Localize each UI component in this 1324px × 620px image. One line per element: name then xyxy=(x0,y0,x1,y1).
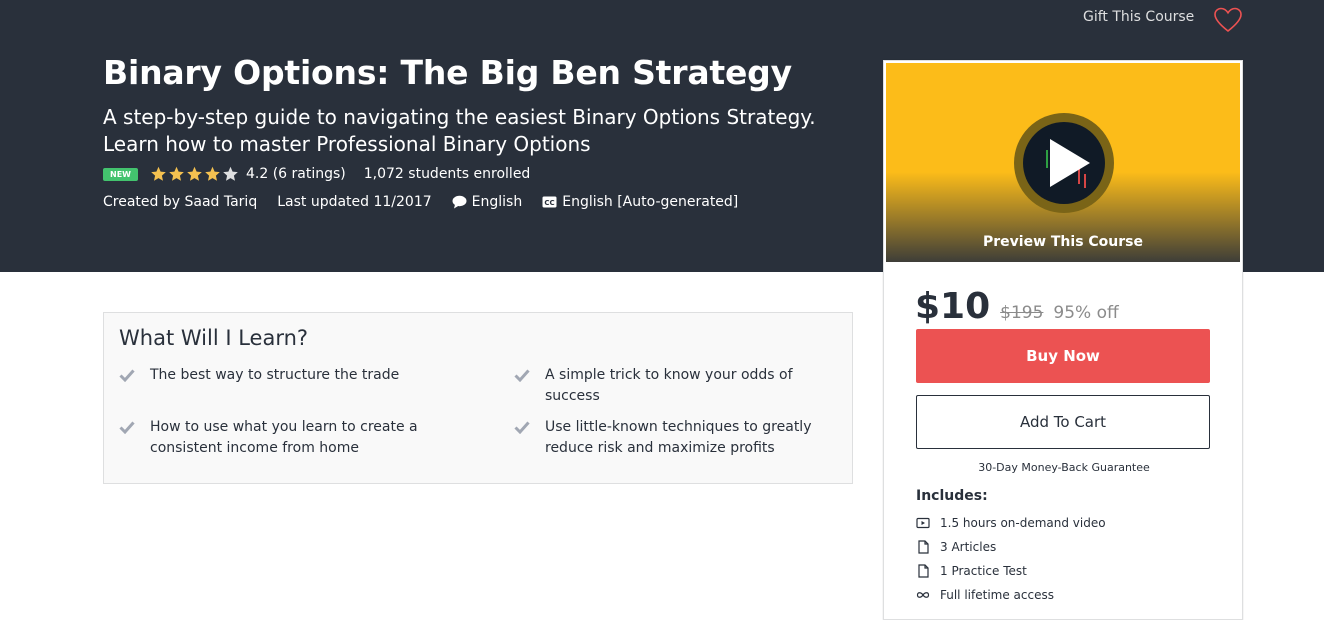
list-item: 3 Articles xyxy=(916,535,1106,559)
include-label: 3 Articles xyxy=(940,540,997,554)
check-icon xyxy=(119,369,135,382)
course-preview[interactable]: Preview This Course xyxy=(886,63,1240,262)
speech-bubble-icon xyxy=(452,195,467,209)
learn-item-text: Use little-known techniques to greatly r… xyxy=(545,419,812,456)
learn-item: A simple trick to know your odds of succ… xyxy=(514,365,845,407)
created-by-text[interactable]: Created by Saad Tariq xyxy=(103,194,257,210)
captions: CC English [Auto-generated] xyxy=(542,194,738,210)
discount-percent: 95% off xyxy=(1053,303,1119,323)
preview-label: Preview This Course xyxy=(982,234,1143,250)
file-icon xyxy=(918,564,929,578)
file-icon xyxy=(918,540,929,554)
learn-title: What Will I Learn? xyxy=(119,326,309,350)
add-to-cart-button[interactable]: Add To Cart xyxy=(916,395,1210,449)
course-meta: Created by Saad Tariq Last updated 11/20… xyxy=(103,192,758,212)
course-subtitle: A step-by-step guide to navigating the e… xyxy=(103,105,816,156)
include-label: Full lifetime access xyxy=(940,588,1054,602)
svg-text:CC: CC xyxy=(545,199,555,207)
check-icon xyxy=(119,421,135,434)
learn-item-text: The best way to structure the trade xyxy=(150,367,400,383)
rating-text[interactable]: 4.2 (6 ratings) xyxy=(246,166,346,182)
learn-item-text: A simple trick to know your odds of succ… xyxy=(545,367,793,404)
gift-course-link[interactable]: Gift This Course xyxy=(1083,9,1194,25)
star-icon xyxy=(223,166,238,181)
list-item: 1 Practice Test xyxy=(916,559,1106,583)
list-item: 1.5 hours on-demand video xyxy=(916,511,1106,535)
include-label: 1 Practice Test xyxy=(940,564,1027,578)
infinity-icon xyxy=(916,592,930,598)
star-icon xyxy=(169,166,184,181)
list-item: Full lifetime access xyxy=(916,583,1106,607)
rating-row: NEW 4.2 (6 ratings) 1,072 students enrol… xyxy=(103,164,530,184)
learn-item: Use little-known techniques to greatly r… xyxy=(514,417,845,459)
includes-title: Includes: xyxy=(916,488,988,504)
heart-icon[interactable] xyxy=(1213,6,1243,34)
learn-item: The best way to structure the trade xyxy=(119,365,450,386)
play-icon[interactable] xyxy=(1030,123,1110,203)
check-icon xyxy=(514,369,530,382)
captions-label: English [Auto-generated] xyxy=(562,194,739,210)
new-badge: NEW xyxy=(103,167,138,181)
current-price: $10 xyxy=(915,286,991,327)
check-icon xyxy=(514,421,530,434)
language: English xyxy=(452,194,523,210)
closed-captions-icon: CC xyxy=(542,196,557,208)
money-back-guarantee: 30-Day Money-Back Guarantee xyxy=(978,461,1150,474)
star-icon xyxy=(205,166,220,181)
last-updated: Last updated 11/2017 xyxy=(277,194,432,210)
enrolled-count: 1,072 students enrolled xyxy=(363,166,531,182)
course-title: Binary Options: The Big Ben Strategy xyxy=(103,53,792,92)
price-row: $10 $195 95% off xyxy=(915,286,1119,327)
rating-stars xyxy=(150,166,240,182)
learn-item: How to use what you learn to create a co… xyxy=(119,417,450,459)
original-price: $195 xyxy=(1000,303,1044,323)
video-icon xyxy=(916,517,930,529)
star-icon xyxy=(187,166,202,181)
language-label: English xyxy=(471,194,523,210)
created-by: Created by Saad Tariq xyxy=(103,194,257,210)
learn-item-text: How to use what you learn to create a co… xyxy=(150,419,418,456)
what-will-i-learn: What Will I Learn? The best way to struc… xyxy=(103,312,853,484)
buy-now-button[interactable]: Buy Now xyxy=(916,329,1210,383)
include-label: 1.5 hours on-demand video xyxy=(940,516,1106,530)
star-icon xyxy=(151,166,166,181)
purchase-card: Preview This Course $10 $195 95% off Buy… xyxy=(883,60,1243,620)
includes-list: 1.5 hours on-demand video 3 Articles 1 P… xyxy=(916,511,1106,607)
